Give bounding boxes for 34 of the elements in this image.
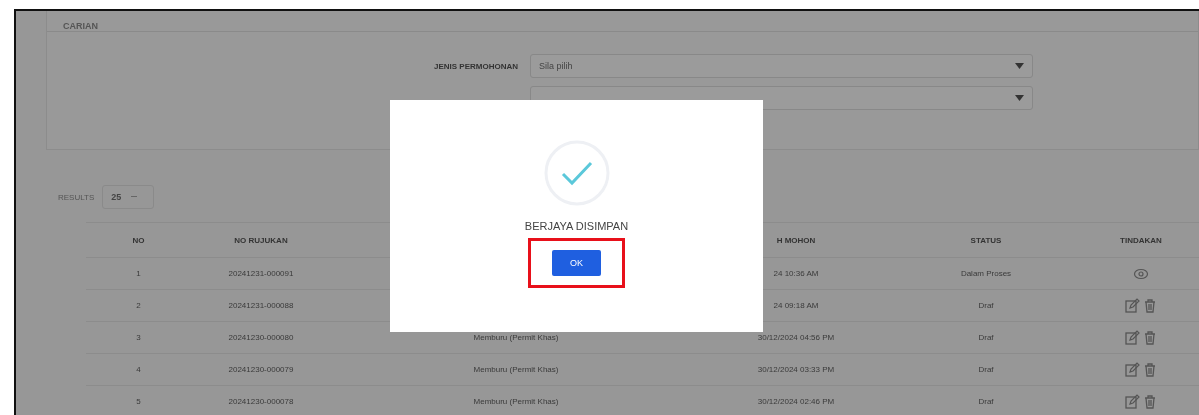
table-cell-text: 30/12/2024 03:33 PM [756, 365, 836, 374]
table-cell-text: Draf [977, 301, 995, 310]
table-cell-text: 24 09:18 AM [772, 301, 820, 310]
column-header[interactable]: TINDAKAN [1081, 235, 1199, 245]
table-cell-text: 1 [135, 269, 142, 278]
table-cell-text: 20241230-000079 [227, 365, 295, 374]
table-cell: Memburu (Permit Khas) [473, 333, 559, 342]
filter-label: JENIS PERMOHONAN [434, 61, 518, 71]
table-cell-text: Draf [977, 365, 995, 374]
dialog-message: BERJAYA DISIMPAN [524, 220, 629, 232]
results-label: RESULTS [58, 192, 95, 202]
table-cell-text: 24 10:36 AM [772, 269, 820, 278]
table-cell-text: 3 [135, 333, 142, 342]
table-cell-text: Draf [977, 397, 995, 406]
table-cell: Memburu (Permit Khas) [473, 397, 559, 406]
table-cell: Memburu (Permit Khas) [473, 365, 559, 374]
panel-title: CARIAN [63, 21, 98, 31]
table-cell-text: 20241231-000091 [227, 269, 295, 278]
column-header[interactable]: STATUS [891, 235, 1081, 245]
table-cell-text: 30/12/2024 04:56 PM [756, 333, 836, 342]
table-cell-text: 5 [135, 397, 142, 406]
table-cell-text: Draf [977, 333, 995, 342]
page-size-select[interactable]: 25 [102, 185, 155, 209]
ok-button[interactable]: OK [552, 250, 601, 276]
select-field[interactable]: Sila pilih [530, 54, 1033, 78]
table-cell-text: 2 [135, 301, 142, 310]
table-cell-text: 20241230-000080 [227, 333, 295, 342]
table-cell-text: 30/12/2024 02:46 PM [756, 397, 836, 406]
table-cell-text: 20241230-000078 [227, 397, 295, 406]
table-cell-text: Dalam Proses [959, 269, 1013, 278]
column-header[interactable]: NO RUJUKAN [191, 235, 331, 245]
column-header[interactable]: NO [86, 235, 191, 245]
table-cell-text: 20241231-000088 [227, 301, 295, 310]
table-cell-text: 4 [135, 365, 142, 374]
